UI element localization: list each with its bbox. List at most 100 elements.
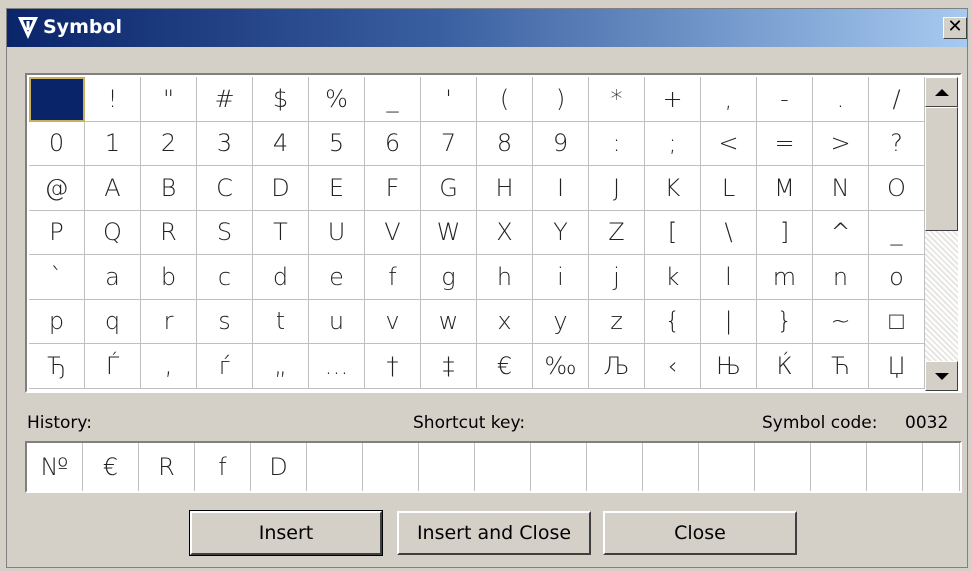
insert-button[interactable]: Insert [189, 510, 383, 556]
symbol-cell[interactable]: i [533, 255, 589, 300]
history-cell[interactable]: € [83, 443, 139, 491]
symbol-cell[interactable]: P [29, 210, 85, 255]
symbol-cell[interactable]: … [309, 344, 365, 389]
symbol-cell[interactable]: Ѓ [85, 344, 141, 389]
symbol-cell[interactable]: x [477, 299, 533, 344]
symbol-cell[interactable]: a [85, 255, 141, 300]
symbol-cell[interactable]: , [701, 77, 757, 122]
symbol-cell[interactable]: { [645, 299, 701, 344]
vertical-scrollbar[interactable] [925, 77, 958, 391]
history-cell[interactable] [643, 443, 699, 491]
symbol-cell[interactable]: _ [869, 210, 925, 255]
symbol-cell[interactable]: ] [757, 210, 813, 255]
symbol-cell[interactable]: [ [645, 210, 701, 255]
symbol-cell[interactable]: K [645, 166, 701, 211]
history-cell[interactable] [755, 443, 811, 491]
symbol-cell[interactable]: k [645, 255, 701, 300]
symbol-cell[interactable]: . [813, 77, 869, 122]
symbol-cell[interactable]: Џ [869, 344, 925, 389]
symbol-cell[interactable] [29, 77, 85, 122]
symbol-cell[interactable]: + [645, 77, 701, 122]
symbol-cell[interactable]: 7 [421, 121, 477, 166]
symbol-cell[interactable]: O [869, 166, 925, 211]
symbol-cell[interactable]: = [757, 121, 813, 166]
history-cell[interactable] [867, 443, 923, 491]
history-cell[interactable] [307, 443, 363, 491]
symbol-cell[interactable]: ‰ [533, 344, 589, 389]
history-cell[interactable] [699, 443, 755, 491]
history-cell[interactable]: D [251, 443, 307, 491]
symbol-cell[interactable]: ^ [813, 210, 869, 255]
symbol-cell[interactable]: Ђ [29, 344, 85, 389]
symbol-cell[interactable]: A [85, 166, 141, 211]
symbol-cell[interactable]: v [365, 299, 421, 344]
symbol-cell[interactable]: ) [533, 77, 589, 122]
symbol-cell[interactable]: C [197, 166, 253, 211]
symbol-cell[interactable]: □ [869, 299, 925, 344]
symbol-cell[interactable]: J [589, 166, 645, 211]
history-cell[interactable] [363, 443, 419, 491]
symbol-cell[interactable]: L [701, 166, 757, 211]
symbol-cell[interactable]: R [141, 210, 197, 255]
symbol-cell[interactable]: 8 [477, 121, 533, 166]
symbol-cell[interactable]: b [141, 255, 197, 300]
history-cell[interactable] [811, 443, 867, 491]
history-cell[interactable]: R [139, 443, 195, 491]
symbol-cell[interactable]: - [757, 77, 813, 122]
symbol-cell[interactable]: u [309, 299, 365, 344]
symbol-cell[interactable]: l [701, 255, 757, 300]
symbol-cell[interactable]: ~ [813, 299, 869, 344]
symbol-cell[interactable]: % [309, 77, 365, 122]
symbol-cell[interactable]: z [589, 299, 645, 344]
symbol-cell[interactable]: Ќ [757, 344, 813, 389]
symbol-cell[interactable]: o [869, 255, 925, 300]
symbol-cell[interactable]: \ [701, 210, 757, 255]
symbol-cell[interactable]: e [309, 255, 365, 300]
symbol-cell[interactable]: p [29, 299, 85, 344]
symbol-cell[interactable]: $ [253, 77, 309, 122]
scroll-thumb[interactable] [925, 107, 958, 231]
symbol-cell[interactable]: ( [477, 77, 533, 122]
symbol-cell[interactable]: Њ [701, 344, 757, 389]
symbol-cell[interactable]: # [197, 77, 253, 122]
symbol-cell[interactable]: I [533, 166, 589, 211]
symbol-cell[interactable]: E [309, 166, 365, 211]
symbol-cell[interactable]: € [477, 344, 533, 389]
symbol-cell[interactable]: T [253, 210, 309, 255]
symbol-cell[interactable]: 0 [29, 121, 85, 166]
symbol-cell[interactable]: g [421, 255, 477, 300]
symbol-cell[interactable]: Ћ [813, 344, 869, 389]
symbol-cell[interactable]: / [869, 77, 925, 122]
history-cell[interactable]: f [195, 443, 251, 491]
symbol-cell[interactable]: c [197, 255, 253, 300]
symbol-cell[interactable]: j [589, 255, 645, 300]
history-cell[interactable]: № [27, 443, 83, 491]
symbol-cell[interactable]: „ [253, 344, 309, 389]
symbol-cell[interactable]: H [477, 166, 533, 211]
symbol-cell[interactable]: ; [645, 121, 701, 166]
history-cell[interactable] [475, 443, 531, 491]
symbol-cell[interactable]: U [309, 210, 365, 255]
symbol-cell[interactable]: Z [589, 210, 645, 255]
symbol-cell[interactable]: h [477, 255, 533, 300]
history-cell[interactable] [419, 443, 475, 491]
symbol-cell[interactable]: ? [869, 121, 925, 166]
scroll-down-button[interactable] [925, 361, 958, 391]
symbol-cell[interactable]: ' [421, 77, 477, 122]
symbol-cell[interactable]: M [757, 166, 813, 211]
symbol-cell[interactable]: _ [365, 77, 421, 122]
symbol-cell[interactable]: w [421, 299, 477, 344]
close-button[interactable]: Close [603, 511, 797, 555]
symbol-cell[interactable]: 9 [533, 121, 589, 166]
history-cell[interactable] [587, 443, 643, 491]
symbol-cell[interactable]: ‡ [421, 344, 477, 389]
symbol-cell[interactable]: G [421, 166, 477, 211]
symbol-cell[interactable]: y [533, 299, 589, 344]
symbol-cell[interactable]: " [141, 77, 197, 122]
symbol-cell[interactable]: Y [533, 210, 589, 255]
symbol-cell[interactable]: S [197, 210, 253, 255]
symbol-cell[interactable]: s [197, 299, 253, 344]
symbol-cell[interactable]: N [813, 166, 869, 211]
symbol-cell[interactable]: : [589, 121, 645, 166]
symbol-cell[interactable]: F [365, 166, 421, 211]
